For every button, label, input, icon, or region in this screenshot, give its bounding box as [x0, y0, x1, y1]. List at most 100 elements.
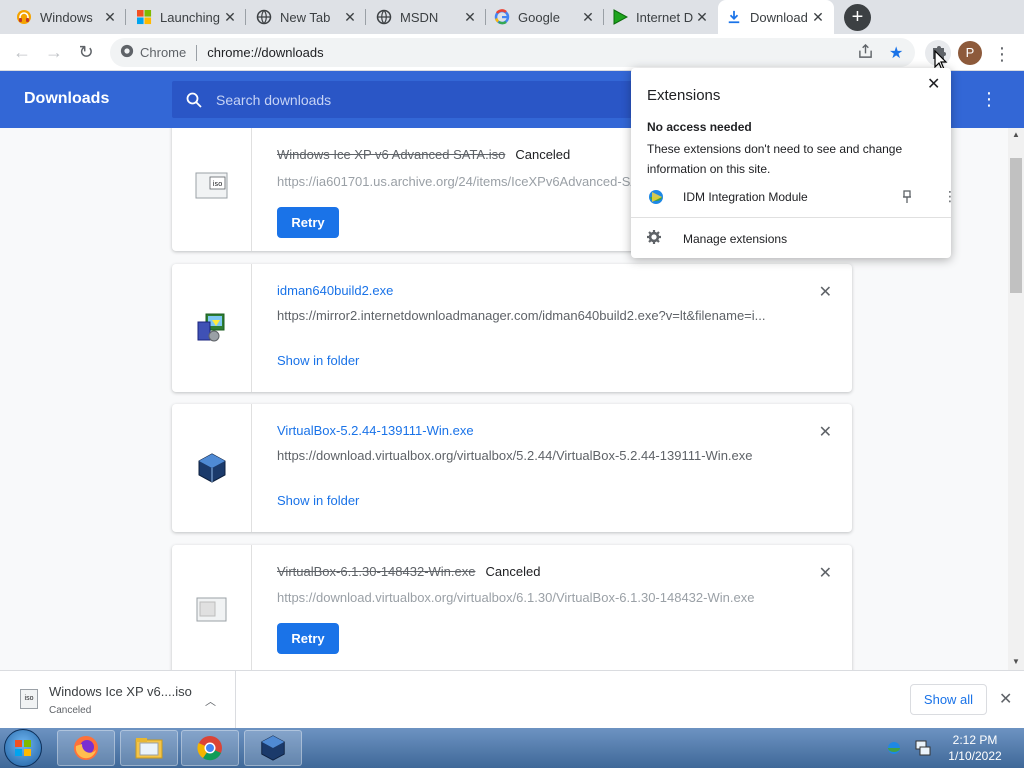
tab-strip: Windows ✕ Launching ✕ New Tab ✕ MSDN ✕ G…	[0, 0, 1024, 34]
manage-extensions-label: Manage extensions	[683, 231, 788, 246]
windows-logo-icon	[15, 740, 31, 756]
google-logo-icon	[494, 9, 510, 25]
close-tab-icon[interactable]: ✕	[580, 9, 596, 26]
file-name[interactable]: Windows Ice XP v6 Advanced SATA.iso Cance…	[277, 147, 570, 162]
idm-tray-icon[interactable]	[886, 740, 902, 756]
close-shelf-icon[interactable]: ✕	[999, 689, 1012, 709]
remove-item-icon[interactable]: ✕	[819, 563, 832, 583]
close-tab-icon[interactable]: ✕	[810, 9, 826, 26]
start-button[interactable]	[4, 729, 42, 767]
tab-google[interactable]: Google ✕	[486, 0, 604, 34]
reload-icon[interactable]: ↻	[74, 40, 98, 64]
file-name[interactable]: VirtualBox-5.2.44-139111-Win.exe	[277, 423, 474, 438]
tab-title: Google	[518, 9, 560, 25]
virtualbox-icon	[261, 735, 285, 761]
new-tab-button[interactable]: +	[844, 4, 871, 31]
taskbar-file-explorer[interactable]	[120, 730, 178, 766]
chrome-menu-icon[interactable]: ⋮	[992, 44, 1012, 64]
iso-file-icon: iso	[20, 689, 38, 709]
scrollbar-thumb[interactable]	[1010, 158, 1022, 293]
remove-item-icon[interactable]: ✕	[819, 422, 832, 442]
taskbar-firefox[interactable]	[57, 730, 115, 766]
file-url[interactable]: https://download.virtualbox.org/virtualb…	[277, 448, 777, 463]
remove-item-icon[interactable]: ✕	[819, 282, 832, 302]
popup-divider	[631, 217, 951, 218]
taskbar-virtualbox[interactable]	[244, 730, 302, 766]
chevron-up-icon[interactable]: ︿	[205, 693, 216, 709]
firefox-icon	[74, 736, 98, 760]
popup-title: Extensions	[647, 87, 721, 104]
file-url[interactable]: https://download.virtualbox.org/virtualb…	[277, 590, 777, 605]
shelf-download-item[interactable]: iso Windows Ice XP v6....iso Canceled ︿	[0, 671, 236, 729]
tab-windows[interactable]: Windows ✕	[8, 0, 126, 34]
address-bar[interactable]: Chrome chrome://downloads ★	[110, 38, 915, 67]
scroll-up-arrow-icon[interactable]: ▲	[1008, 128, 1024, 142]
close-tab-icon[interactable]: ✕	[222, 9, 238, 26]
manage-extensions-item[interactable]: Manage extensions	[647, 230, 787, 247]
close-popup-icon[interactable]: ✕	[927, 74, 940, 94]
close-tab-icon[interactable]: ✕	[694, 9, 710, 26]
forward-icon[interactable]: →	[42, 40, 66, 64]
globe-icon	[376, 9, 392, 25]
extensions-popup: Extensions ✕ No access needed These exte…	[631, 68, 957, 258]
file-url[interactable]: https://ia601701.us.archive.org/24/items…	[277, 174, 632, 189]
tab-launching[interactable]: Launching ✕	[128, 0, 246, 34]
file-icon-column	[172, 264, 252, 392]
download-shelf: iso Windows Ice XP v6....iso Canceled ︿ …	[0, 670, 1024, 729]
scroll-down-arrow-icon[interactable]: ▼	[1008, 655, 1024, 669]
extension-more-icon[interactable]: ⋮	[943, 188, 957, 205]
headphones-icon	[16, 9, 32, 25]
close-tab-icon[interactable]: ✕	[102, 9, 118, 26]
close-tab-icon[interactable]: ✕	[342, 9, 358, 26]
retry-button[interactable]: Retry	[277, 623, 339, 654]
clock-time: 2:12 PM	[952, 733, 998, 747]
file-icon-column	[172, 545, 252, 670]
tab-title: Internet D	[636, 9, 694, 25]
omnibox-divider	[196, 44, 198, 61]
download-icon	[726, 9, 742, 25]
taskbar-chrome[interactable]	[181, 730, 239, 766]
extension-name: IDM Integration Module	[683, 190, 808, 204]
tab-msdn[interactable]: MSDN ✕	[368, 0, 486, 34]
close-tab-icon[interactable]: ✕	[462, 9, 478, 26]
bookmark-star-icon[interactable]: ★	[889, 43, 903, 63]
idm-installer-icon	[197, 313, 224, 342]
taskbar-clock[interactable]: 2:12 PM 1/10/2022	[940, 732, 1010, 764]
virtualbox-icon	[198, 453, 225, 483]
retry-button[interactable]: Retry	[277, 207, 339, 238]
clock-date: 1/10/2022	[948, 749, 1002, 763]
globe-icon	[256, 9, 272, 25]
tab-title: Launching	[160, 9, 220, 25]
download-item: idman640build2.exe https://mirror2.inter…	[172, 264, 852, 392]
no-access-description: These extensions don't need to see and c…	[647, 142, 903, 176]
tab-separator	[245, 9, 246, 25]
downloads-menu-icon[interactable]: ⋮	[980, 89, 998, 110]
iso-file-icon: iso	[195, 172, 227, 198]
pin-icon[interactable]	[902, 190, 912, 207]
generic-file-icon	[196, 597, 226, 622]
download-item: VirtualBox-5.2.44-139111-Win.exe https:/…	[172, 404, 852, 532]
share-icon[interactable]	[858, 43, 873, 62]
show-in-folder-link[interactable]: Show in folder	[277, 493, 359, 508]
network-icon[interactable]	[914, 739, 932, 757]
tab-new-tab[interactable]: New Tab ✕	[248, 0, 366, 34]
tab-downloads[interactable]: Download ✕	[718, 0, 834, 34]
no-access-heading: No access needed	[647, 120, 752, 134]
file-url[interactable]: https://mirror2.internetdownloadmanager.…	[277, 308, 777, 323]
idm-play-icon	[612, 9, 628, 25]
file-icon-column	[172, 404, 252, 532]
windows-taskbar: 2:12 PM 1/10/2022	[0, 728, 1024, 768]
back-icon[interactable]: ←	[10, 40, 34, 64]
show-in-folder-link[interactable]: Show in folder	[277, 353, 359, 368]
shelf-file-status: Canceled	[49, 705, 92, 716]
file-name[interactable]: idman640build2.exe	[277, 283, 393, 298]
tab-title: Download	[750, 9, 808, 25]
download-status: Canceled	[515, 147, 571, 162]
show-all-button[interactable]: Show all	[910, 684, 987, 715]
gear-icon	[647, 230, 661, 247]
tab-internet-download[interactable]: Internet D ✕	[604, 0, 718, 34]
profile-avatar[interactable]: P	[958, 41, 982, 65]
extension-row[interactable]: IDM Integration Module ⋮	[647, 188, 957, 207]
file-name[interactable]: VirtualBox-6.1.30-148432-Win.exe Canceled	[277, 564, 540, 579]
microsoft-logo-icon	[136, 9, 152, 25]
